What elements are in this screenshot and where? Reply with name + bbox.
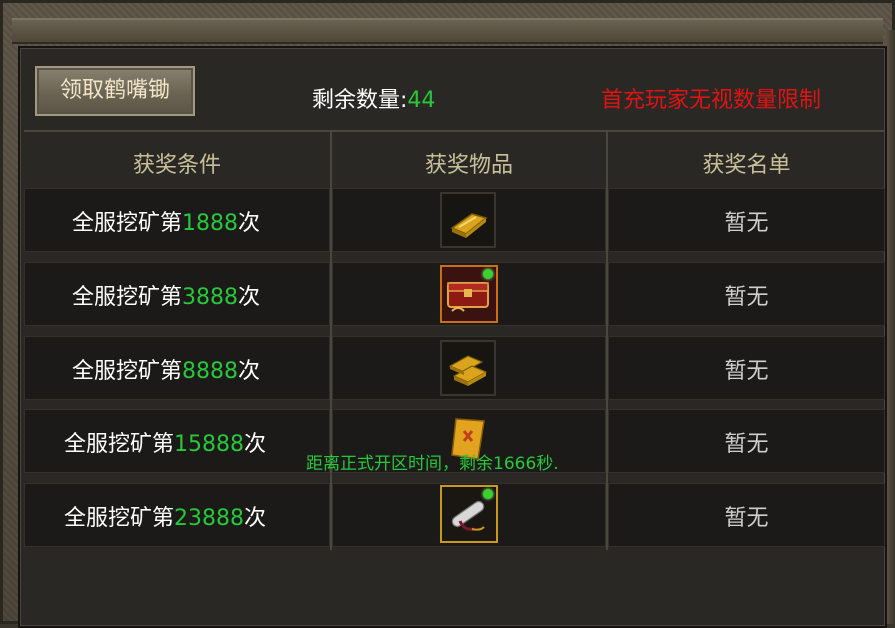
header-divider-top bbox=[24, 130, 885, 132]
gold-bars-stack-icon[interactable] bbox=[440, 340, 496, 396]
table-row: 全服挖矿第8888次 暂无 bbox=[24, 336, 885, 400]
header-condition: 获奖条件 bbox=[132, 153, 221, 178]
table-row: 全服挖矿第3888次 暂无 bbox=[24, 262, 885, 326]
rolled-scroll-icon[interactable] bbox=[440, 485, 498, 543]
table-row: 全服挖矿第23888次 暂无 bbox=[24, 483, 885, 547]
server-open-countdown: 距离正式开区时间，剩余1666秒. bbox=[306, 454, 559, 474]
red-chest-icon[interactable] bbox=[440, 265, 498, 323]
remaining-label: 剩余数量: bbox=[312, 88, 408, 113]
winner-list: 暂无 bbox=[724, 211, 769, 236]
winner-list: 暂无 bbox=[724, 285, 769, 310]
reward-condition: 全服挖矿第15888次 bbox=[64, 432, 267, 457]
winner-list: 暂无 bbox=[724, 359, 769, 384]
winner-list: 暂无 bbox=[724, 506, 769, 531]
new-item-indicator bbox=[483, 489, 493, 499]
reward-condition: 全服挖矿第3888次 bbox=[72, 285, 261, 310]
remaining-value: 44 bbox=[407, 88, 436, 113]
gold-bar-icon[interactable] bbox=[440, 192, 496, 248]
table-row: 全服挖矿第1888次 暂无 bbox=[24, 188, 885, 252]
header-item: 获奖物品 bbox=[424, 153, 513, 178]
header-winners: 获奖名单 bbox=[702, 153, 791, 178]
reward-condition: 全服挖矿第23888次 bbox=[64, 506, 267, 531]
reward-condition: 全服挖矿第1888次 bbox=[72, 211, 261, 236]
first-recharge-notice: 首充玩家无视数量限制 bbox=[601, 88, 822, 113]
winner-list: 暂无 bbox=[724, 432, 769, 457]
reward-condition: 全服挖矿第8888次 bbox=[72, 359, 261, 384]
frame-top-bar bbox=[12, 18, 883, 44]
new-item-indicator bbox=[483, 269, 493, 279]
claim-pickaxe-button[interactable]: 领取鹤嘴锄 bbox=[33, 64, 197, 118]
remaining-count: 剩余数量:44 bbox=[312, 82, 435, 114]
